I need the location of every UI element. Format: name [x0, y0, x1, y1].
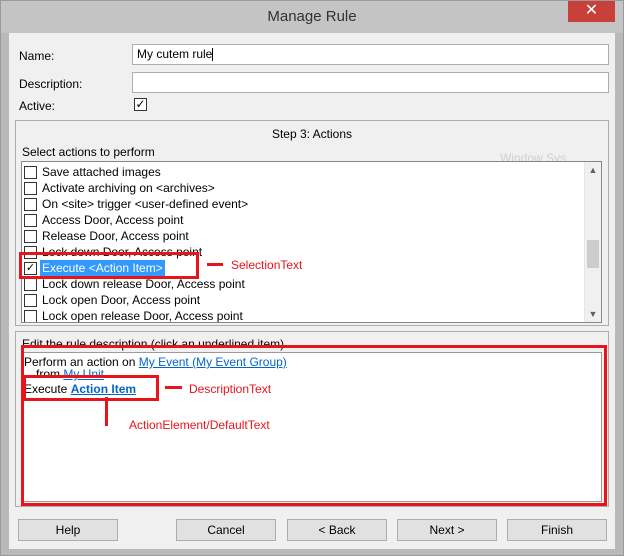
manage-rule-window: Manage Rule ✕ Name: My cutem rule Descri…: [0, 0, 624, 556]
action-checkbox[interactable]: [24, 166, 37, 179]
action-checkbox[interactable]: [24, 294, 37, 307]
action-label: On <site> trigger <user-defined event>: [42, 197, 249, 211]
action-label: Release Door, Access point: [42, 229, 189, 243]
scroll-up-icon[interactable]: ▲: [585, 162, 601, 178]
close-icon: ✕: [584, 2, 599, 19]
action-label: Save attached images: [42, 165, 161, 179]
close-button[interactable]: ✕: [568, 1, 615, 22]
name-label: Name:: [19, 49, 55, 63]
selection-annotation-box: [19, 252, 199, 279]
name-field[interactable]: My cutem rule: [132, 44, 609, 65]
help-button[interactable]: Help: [18, 519, 118, 541]
cancel-button[interactable]: Cancel: [176, 519, 276, 541]
text-cursor: [212, 48, 214, 62]
scroll-down-icon[interactable]: ▼: [585, 306, 601, 322]
actions-group: Step 3: Actions Window Sys Select action…: [15, 120, 609, 326]
actions-scrollbar[interactable]: ▲ ▼: [584, 162, 601, 322]
window-title: Manage Rule: [267, 8, 357, 25]
back-button[interactable]: < Back: [287, 519, 387, 541]
description-panel-annotation-box: [21, 345, 607, 506]
action-label: Activate archiving on <archives>: [42, 181, 215, 195]
title-bar[interactable]: Manage Rule ✕: [1, 1, 623, 33]
scroll-thumb[interactable]: [587, 240, 599, 268]
action-checkbox[interactable]: [24, 182, 37, 195]
actions-label: Select actions to perform: [22, 145, 155, 159]
finish-button[interactable]: Finish: [507, 519, 607, 541]
action-checkbox[interactable]: [24, 230, 37, 243]
action-checkbox[interactable]: [24, 278, 37, 291]
active-label: Active:: [19, 99, 56, 113]
selection-annotation-label: SelectionText: [231, 258, 303, 272]
name-value: My cutem rule: [137, 47, 213, 61]
action-checkbox[interactable]: [24, 198, 37, 211]
action-checkbox[interactable]: [24, 310, 37, 322]
action-label: Access Door, Access point: [42, 213, 184, 227]
action-checkbox[interactable]: [24, 214, 37, 227]
actions-listbox[interactable]: Save attached images Activate archiving o…: [21, 161, 602, 323]
description-field[interactable]: [132, 72, 609, 93]
description-label: Description:: [19, 77, 83, 91]
active-checkbox[interactable]: ✓: [134, 98, 147, 111]
action-label: Lock open Door, Access point: [42, 293, 201, 307]
next-button[interactable]: Next >: [397, 519, 497, 541]
step-title: Step 3: Actions: [271, 127, 353, 141]
selection-annotation-line: [207, 263, 223, 266]
action-label: Lock open release Door, Access point: [42, 309, 243, 323]
